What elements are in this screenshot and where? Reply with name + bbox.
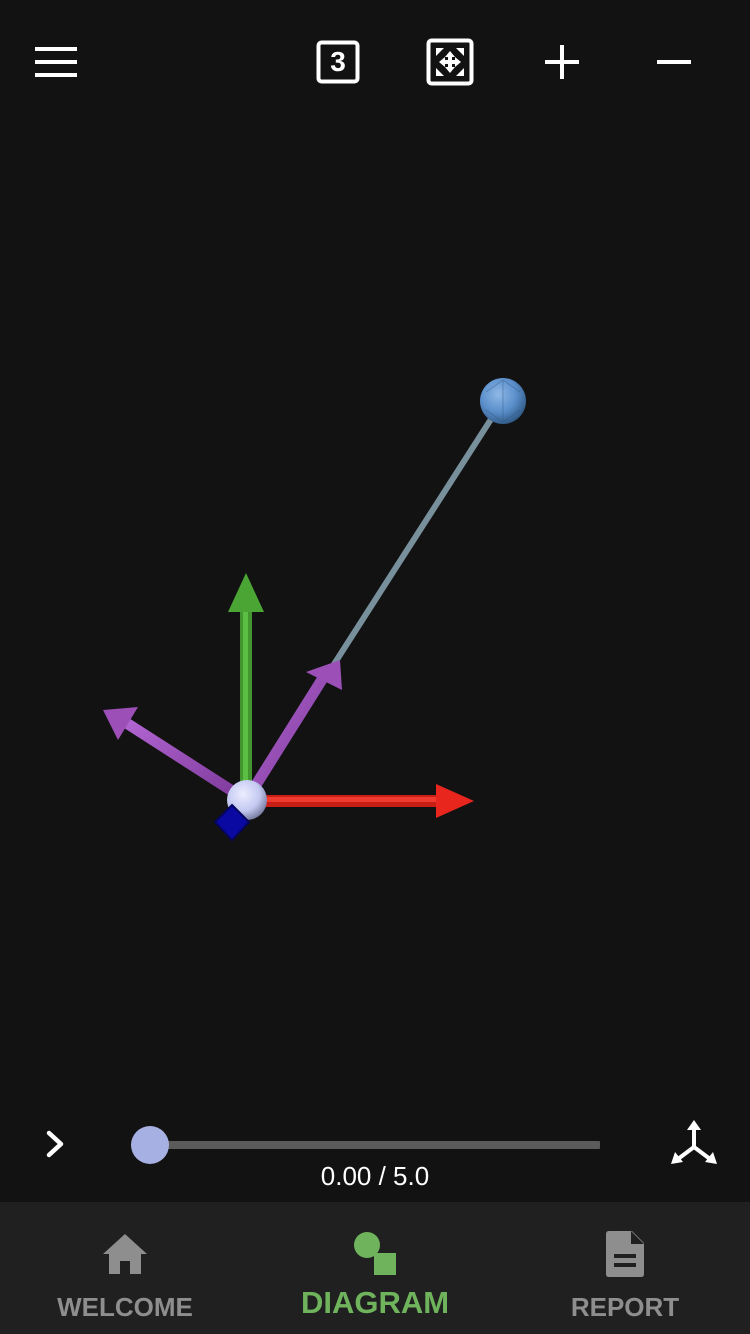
x-axis-arrow	[252, 784, 474, 818]
fit-to-screen-icon	[426, 38, 474, 86]
time-readout: 0.00 / 5.0	[320, 1161, 430, 1191]
app-screen: 3 0.00 / 5.0 WELCOME DIAGRAM REPORT	[0, 0, 750, 1334]
view-number-button[interactable]: 3	[306, 30, 370, 94]
diagram-shapes-icon	[349, 1228, 401, 1280]
nav-item-diagram[interactable]: DIAGRAM	[250, 1202, 500, 1334]
nav-label-diagram: DIAGRAM	[300, 1285, 450, 1320]
home-icon	[99, 1228, 151, 1280]
time-slider-track[interactable]	[150, 1141, 600, 1149]
plus-icon	[544, 44, 580, 80]
velocity-vector-arrow	[243, 660, 342, 802]
fit-view-button[interactable]	[418, 30, 482, 94]
view-number-label: 3	[330, 46, 346, 77]
nav-label-report: REPORT	[570, 1292, 680, 1322]
minus-icon	[656, 44, 692, 80]
chevron-right-icon	[45, 1129, 67, 1164]
hamburger-menu-icon	[33, 45, 79, 79]
document-icon	[599, 1228, 651, 1280]
menu-button[interactable]	[24, 30, 88, 94]
nav-item-report[interactable]: REPORT	[500, 1202, 750, 1334]
y-axis-arrow	[228, 573, 264, 796]
nav-label-welcome: WELCOME	[57, 1292, 193, 1322]
3d-axes-icon	[668, 1119, 720, 1174]
zoom-in-button[interactable]	[530, 30, 594, 94]
bottom-navigation: WELCOME DIAGRAM REPORT	[0, 1202, 750, 1334]
force-vector-arrow	[103, 707, 246, 802]
zoom-out-button[interactable]	[642, 30, 706, 94]
time-slider-thumb[interactable]	[131, 1126, 169, 1164]
axes-toggle-button[interactable]	[664, 1118, 724, 1174]
diagram-viewport[interactable]	[0, 100, 750, 1100]
numbered-view-icon: 3	[316, 40, 360, 84]
nav-item-welcome[interactable]: WELCOME	[0, 1202, 250, 1334]
play-button[interactable]	[30, 1120, 82, 1172]
